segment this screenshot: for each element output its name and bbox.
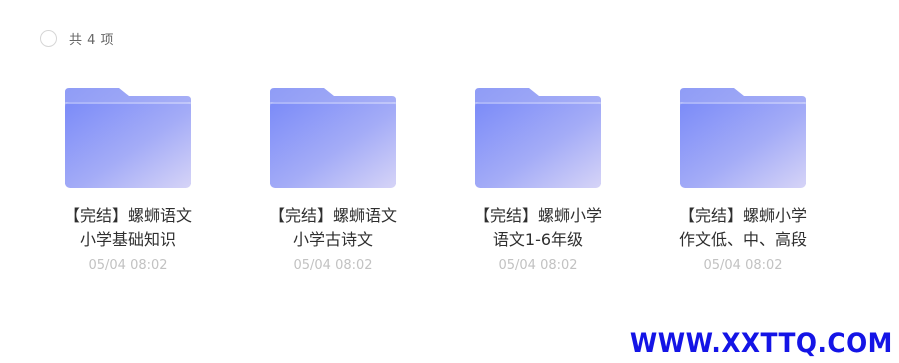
folder-name: 【完结】螺蛳小学 语文1-6年级 (473, 206, 602, 249)
folder-icon (270, 88, 396, 188)
folder-name: 【完结】螺蛳小学 作文低、中、高段 (678, 206, 807, 249)
folder-timestamp: 05/04 08:02 (293, 258, 373, 273)
folder-name: 【完结】螺蛳语文 小学古诗文 (268, 206, 397, 249)
item-count: 共 4 项 (69, 32, 115, 48)
watermark-logo: WWW.XXTTQ.COM (630, 328, 893, 359)
folder-name: 【完结】螺蛳语文 小学基础知识 (63, 206, 192, 249)
folder-timestamp: 05/04 08:02 (88, 258, 168, 273)
folder-item[interactable]: 【完结】螺蛳语文 小学基础知识 05/04 08:02 (38, 84, 218, 274)
list-header: 共 4 项 (40, 28, 114, 48)
folder-item[interactable]: 【完结】螺蛳小学 作文低、中、高段 05/04 08:02 (653, 84, 833, 274)
folder-icon (680, 88, 806, 188)
folder-timestamp: 05/04 08:02 (703, 258, 783, 273)
select-all-checkbox[interactable] (40, 29, 57, 47)
file-grid: 【完结】螺蛳语文 小学基础知识 05/04 08:02 【完结】螺蛳语文 小学古… (0, 84, 899, 294)
folder-item[interactable]: 【完结】螺蛳语文 小学古诗文 05/04 08:02 (243, 84, 423, 274)
folder-icon (475, 88, 601, 188)
folder-item[interactable]: 【完结】螺蛳小学 语文1-6年级 05/04 08:02 (448, 84, 628, 274)
folder-timestamp: 05/04 08:02 (498, 258, 578, 273)
folder-icon (65, 88, 191, 188)
